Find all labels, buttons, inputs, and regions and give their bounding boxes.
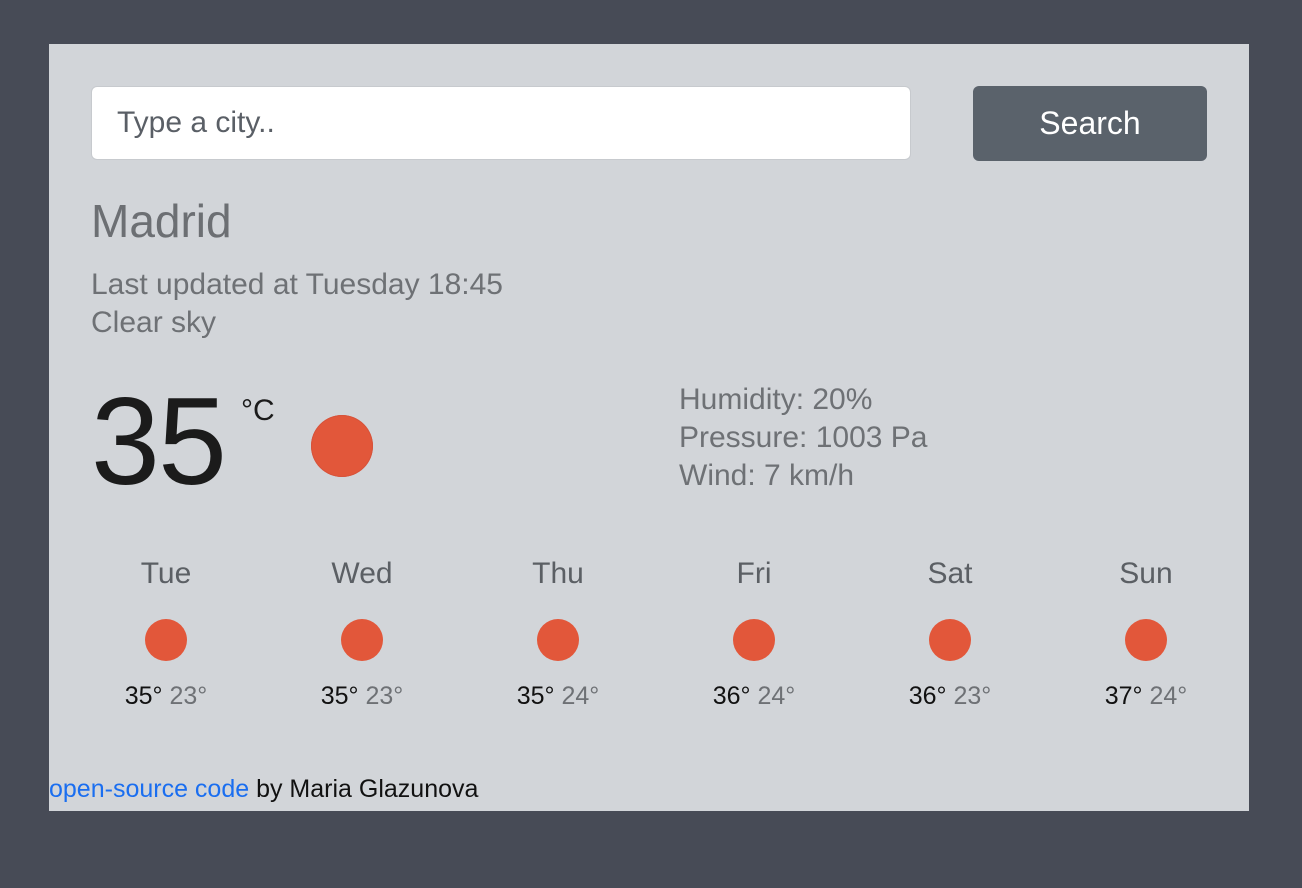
wind-text: Wind: 7 km/h — [679, 459, 855, 492]
open-source-link[interactable]: open-source code — [49, 775, 249, 803]
forecast-temperatures: 35° 23° — [264, 681, 460, 711]
forecast-list: Tue 35° 23° Wed 35° 23° Thu 35° 24° Fri … — [68, 554, 1244, 724]
forecast-min-temp: 24° — [757, 682, 796, 710]
forecast-temperatures: 35° 24° — [460, 681, 656, 711]
sun-icon — [537, 619, 579, 661]
forecast-day-name: Sat — [927, 557, 973, 590]
forecast-max-temp: 35° — [320, 682, 359, 710]
sun-icon — [1125, 619, 1167, 661]
forecast-temperatures: 37° 24° — [1048, 681, 1244, 711]
forecast-day-name: Thu — [532, 557, 584, 590]
weather-description: Clear sky — [91, 306, 217, 339]
forecast-min-temp: 23° — [953, 682, 992, 710]
sun-icon — [341, 619, 383, 661]
search-button[interactable]: Search — [973, 86, 1207, 161]
forecast-day-name: Wed — [331, 557, 393, 590]
sun-icon — [145, 619, 187, 661]
city-search-input[interactable] — [91, 86, 911, 160]
forecast-max-temp: 35° — [124, 682, 163, 710]
forecast-max-temp: 36° — [712, 682, 751, 710]
last-updated-text: Last updated at Tuesday 18:45 — [91, 268, 503, 301]
forecast-min-temp: 24° — [1149, 682, 1188, 710]
search-form: Search — [91, 86, 1207, 162]
forecast-day-name: Sun — [1119, 557, 1173, 590]
forecast-temperatures: 36° 23° — [852, 681, 1048, 711]
forecast-day: Tue 35° 23° — [68, 554, 264, 724]
forecast-day: Sun 37° 24° — [1048, 554, 1244, 724]
pressure-text: Pressure: 1003 Pa — [679, 421, 928, 454]
weather-details: Humidity: 20% Pressure: 1003 Pa Wind: 7 … — [679, 381, 927, 495]
weather-card: Search Madrid Last updated at Tuesday 18… — [49, 44, 1249, 811]
footer: open-source code by Maria Glazunova — [49, 774, 478, 804]
humidity-text: Humidity: 20% — [679, 383, 873, 416]
sun-icon — [929, 619, 971, 661]
forecast-day: Thu 35° 24° — [460, 554, 656, 724]
forecast-day: Sat 36° 23° — [852, 554, 1048, 724]
forecast-min-temp: 24° — [561, 682, 600, 710]
sun-icon — [733, 619, 775, 661]
city-name: Madrid — [91, 195, 232, 247]
forecast-temperatures: 35° 23° — [68, 681, 264, 711]
forecast-max-temp: 36° — [908, 682, 947, 710]
forecast-min-temp: 23° — [169, 682, 208, 710]
forecast-day: Wed 35° 23° — [264, 554, 460, 724]
current-temperature: 35 — [91, 373, 227, 511]
sun-icon — [311, 415, 373, 477]
author-credit: by Maria Glazunova — [249, 775, 479, 803]
forecast-day: Fri 36° 24° — [656, 554, 852, 724]
forecast-temperatures: 36° 24° — [656, 681, 852, 711]
forecast-day-name: Tue — [140, 557, 192, 590]
forecast-max-temp: 37° — [1104, 682, 1143, 710]
forecast-max-temp: 35° — [516, 682, 555, 710]
weather-meta: Last updated at Tuesday 18:45 Clear sky — [91, 266, 503, 342]
temperature-unit: °C — [241, 394, 275, 427]
forecast-min-temp: 23° — [365, 682, 404, 710]
forecast-day-name: Fri — [736, 557, 772, 590]
